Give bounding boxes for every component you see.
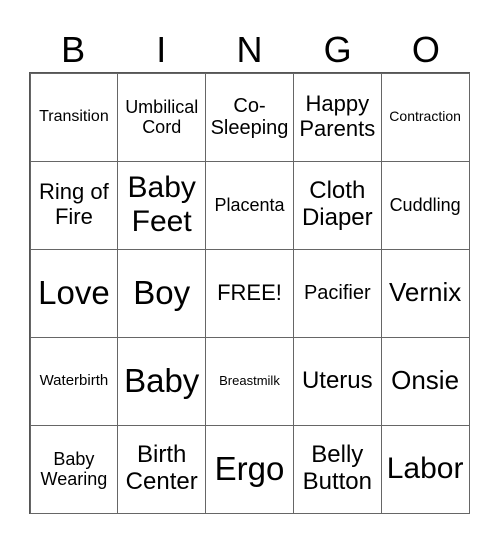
- bingo-cell[interactable]: Cloth Diaper: [292, 160, 382, 250]
- bingo-cell[interactable]: Ergo: [205, 424, 294, 514]
- header-letter-n: N: [236, 29, 263, 70]
- bingo-cell[interactable]: Co-Sleeping: [205, 72, 294, 162]
- bingo-cell[interactable]: Labor: [380, 424, 470, 514]
- bingo-card-grid: Transition Umbilical Cord Co-Sleeping Ha…: [29, 72, 470, 514]
- header-letter-o: O: [411, 29, 440, 70]
- bingo-cell[interactable]: Happy Parents: [292, 72, 382, 162]
- bingo-cell[interactable]: Vernix: [380, 248, 470, 338]
- bingo-cell[interactable]: Love: [29, 248, 119, 338]
- bingo-cell[interactable]: Baby Feet: [117, 160, 207, 250]
- bingo-cell[interactable]: Onsie: [380, 336, 470, 426]
- bingo-cell[interactable]: Ring of Fire: [29, 160, 119, 250]
- bingo-cell[interactable]: Birth Center: [117, 424, 207, 514]
- bingo-cell[interactable]: Contraction: [380, 72, 470, 162]
- header-letter-g: G: [323, 29, 352, 70]
- header-letter-b: B: [61, 29, 86, 70]
- header-letter-i: I: [156, 29, 167, 70]
- bingo-cell[interactable]: Pacifier: [292, 248, 382, 338]
- bingo-cell[interactable]: Uterus: [292, 336, 382, 426]
- bingo-header: B I N G O: [29, 28, 470, 72]
- bingo-cell[interactable]: Boy: [117, 248, 207, 338]
- bingo-cell[interactable]: Cuddling: [380, 160, 470, 250]
- free-space-cell[interactable]: FREE!: [205, 248, 294, 338]
- bingo-cell[interactable]: Baby: [117, 336, 207, 426]
- bingo-cell[interactable]: Breastmilk: [205, 336, 294, 426]
- bingo-cell[interactable]: Belly Button: [292, 424, 382, 514]
- bingo-cell[interactable]: Waterbirth: [29, 336, 119, 426]
- bingo-cell[interactable]: Transition: [29, 72, 119, 162]
- bingo-cell[interactable]: Placenta: [205, 160, 294, 250]
- bingo-cell[interactable]: Baby Wearing: [29, 424, 119, 514]
- bingo-cell[interactable]: Umbilical Cord: [117, 72, 207, 162]
